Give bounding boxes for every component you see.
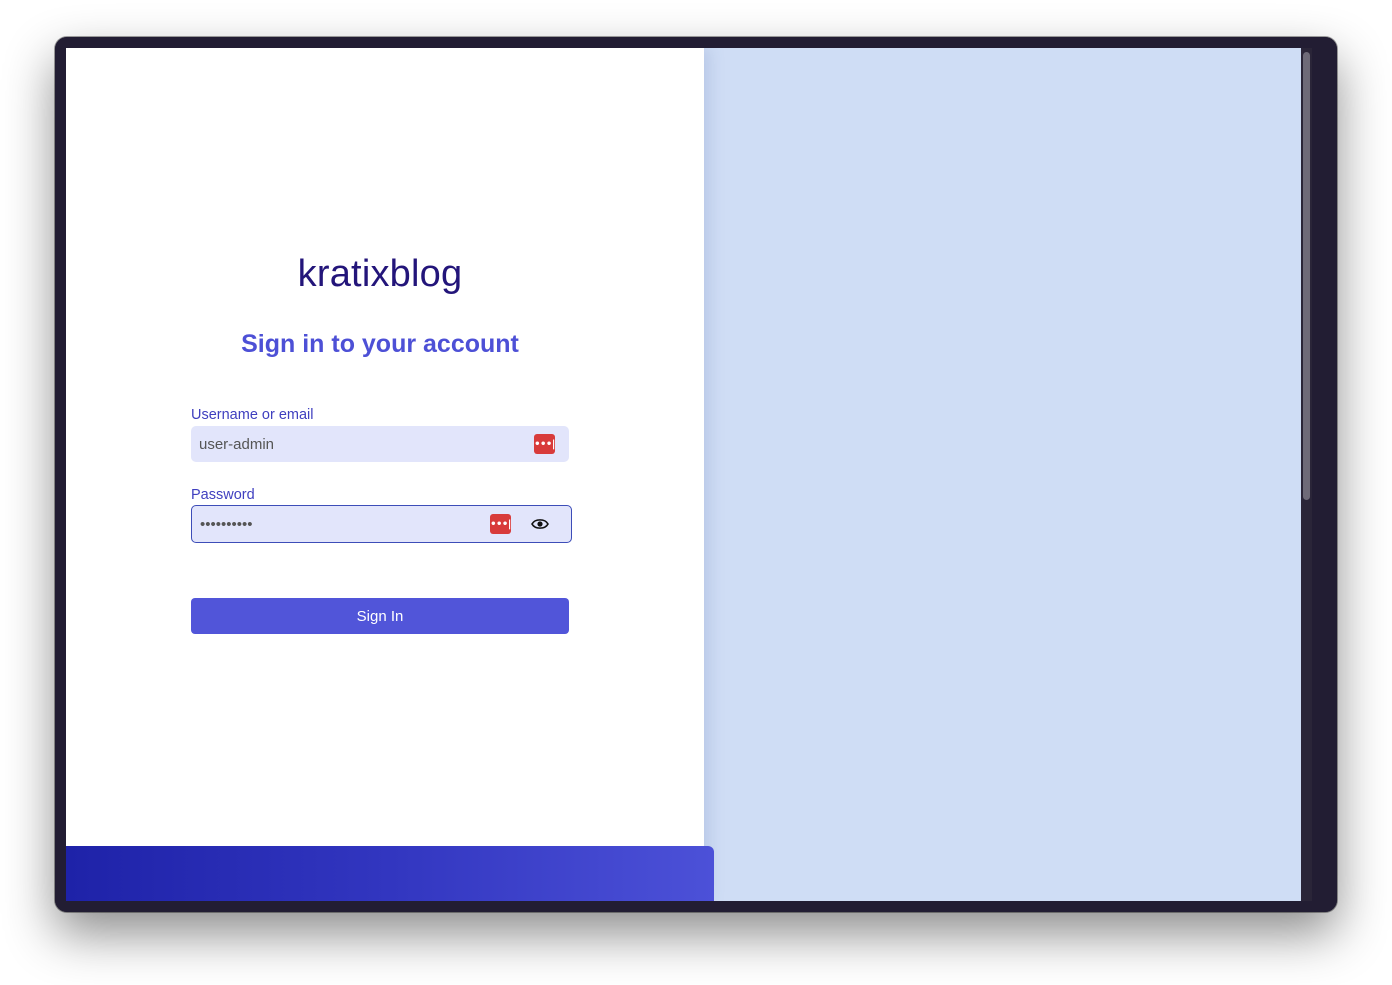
password-input[interactable] xyxy=(200,506,500,542)
eye-icon xyxy=(531,519,549,529)
footer-bar xyxy=(66,846,714,901)
page-viewport: kratixblog Sign in to your account Usern… xyxy=(66,48,1312,901)
login-panel: kratixblog Sign in to your account Usern… xyxy=(66,48,704,901)
page-title: Sign in to your account xyxy=(241,330,519,358)
password-manager-icon[interactable]: •••| xyxy=(534,434,555,454)
scrollbar[interactable] xyxy=(1301,48,1312,901)
brand-logo: kratixblog xyxy=(297,253,463,295)
sign-in-button[interactable]: Sign In xyxy=(191,598,569,634)
password-label: Password xyxy=(191,487,255,503)
password-manager-icon[interactable]: •••| xyxy=(490,514,511,534)
username-field-wrapper: •••| xyxy=(191,426,569,462)
username-input[interactable] xyxy=(199,426,499,462)
scrollbar-thumb[interactable] xyxy=(1303,52,1310,500)
password-field-wrapper: •••| xyxy=(191,505,572,543)
browser-window: kratixblog Sign in to your account Usern… xyxy=(55,37,1337,912)
show-password-button[interactable] xyxy=(530,515,550,533)
username-label: Username or email xyxy=(191,407,314,423)
